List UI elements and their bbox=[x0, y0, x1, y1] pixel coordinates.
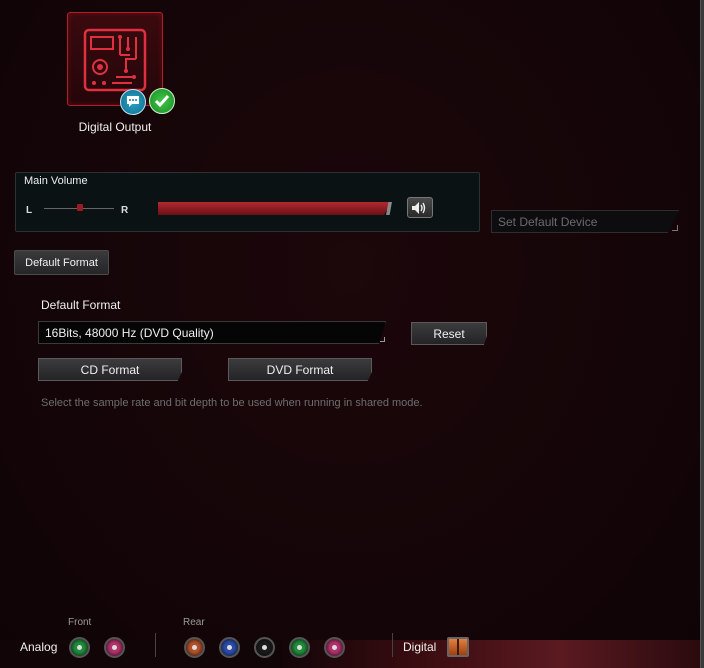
volume-slider-fill bbox=[158, 202, 391, 215]
cd-format-button[interactable]: CD Format bbox=[38, 358, 182, 381]
format-select[interactable]: 16Bits, 48000 Hz (DVD Quality) bbox=[38, 321, 386, 344]
tab-default-format[interactable]: Default Format bbox=[14, 250, 109, 275]
default-format-title: Default Format bbox=[41, 298, 121, 312]
main-volume-title: Main Volume bbox=[24, 175, 88, 187]
digital-output-jack-icon[interactable] bbox=[447, 637, 469, 657]
speaker-icon bbox=[412, 201, 426, 214]
reset-button[interactable]: Reset bbox=[411, 322, 487, 345]
circuit-board-icon bbox=[83, 28, 147, 92]
set-default-device-dropdown[interactable]: Set Default Device bbox=[491, 210, 679, 233]
digital-label: Digital bbox=[403, 640, 437, 654]
divider bbox=[392, 633, 393, 657]
volume-slider[interactable] bbox=[158, 202, 391, 215]
dvd-format-button[interactable]: DVD Format bbox=[228, 358, 372, 381]
jack-front-pink[interactable] bbox=[104, 637, 125, 658]
format-hint-text: Select the sample rate and bit depth to … bbox=[41, 397, 423, 409]
analog-label: Analog bbox=[20, 640, 58, 654]
chevron-down-icon[interactable] bbox=[380, 337, 385, 342]
checkmark-icon bbox=[149, 88, 175, 114]
chat-bubble-icon bbox=[120, 89, 146, 115]
main-volume-panel: Main Volume L R bbox=[15, 172, 480, 232]
device-label: Digital Output bbox=[78, 120, 152, 134]
jack-rear-orange[interactable] bbox=[184, 637, 205, 658]
balance-right-label: R bbox=[121, 205, 129, 216]
jack-rear-pink[interactable] bbox=[324, 637, 345, 658]
balance-left-label: L bbox=[26, 205, 33, 216]
jack-rear-green[interactable] bbox=[289, 637, 310, 658]
mute-button[interactable] bbox=[407, 197, 433, 218]
jack-rear-black[interactable] bbox=[254, 637, 275, 658]
balance-slider-knob[interactable] bbox=[77, 204, 83, 211]
front-label: Front bbox=[68, 617, 92, 628]
jack-front-green[interactable] bbox=[69, 637, 90, 658]
chevron-down-icon[interactable] bbox=[672, 225, 678, 231]
divider bbox=[155, 633, 156, 657]
jack-rear-blue[interactable] bbox=[219, 637, 240, 658]
window-edge bbox=[700, 0, 704, 668]
device-card-digital-output[interactable] bbox=[67, 12, 163, 106]
rear-label: Rear bbox=[183, 617, 205, 628]
